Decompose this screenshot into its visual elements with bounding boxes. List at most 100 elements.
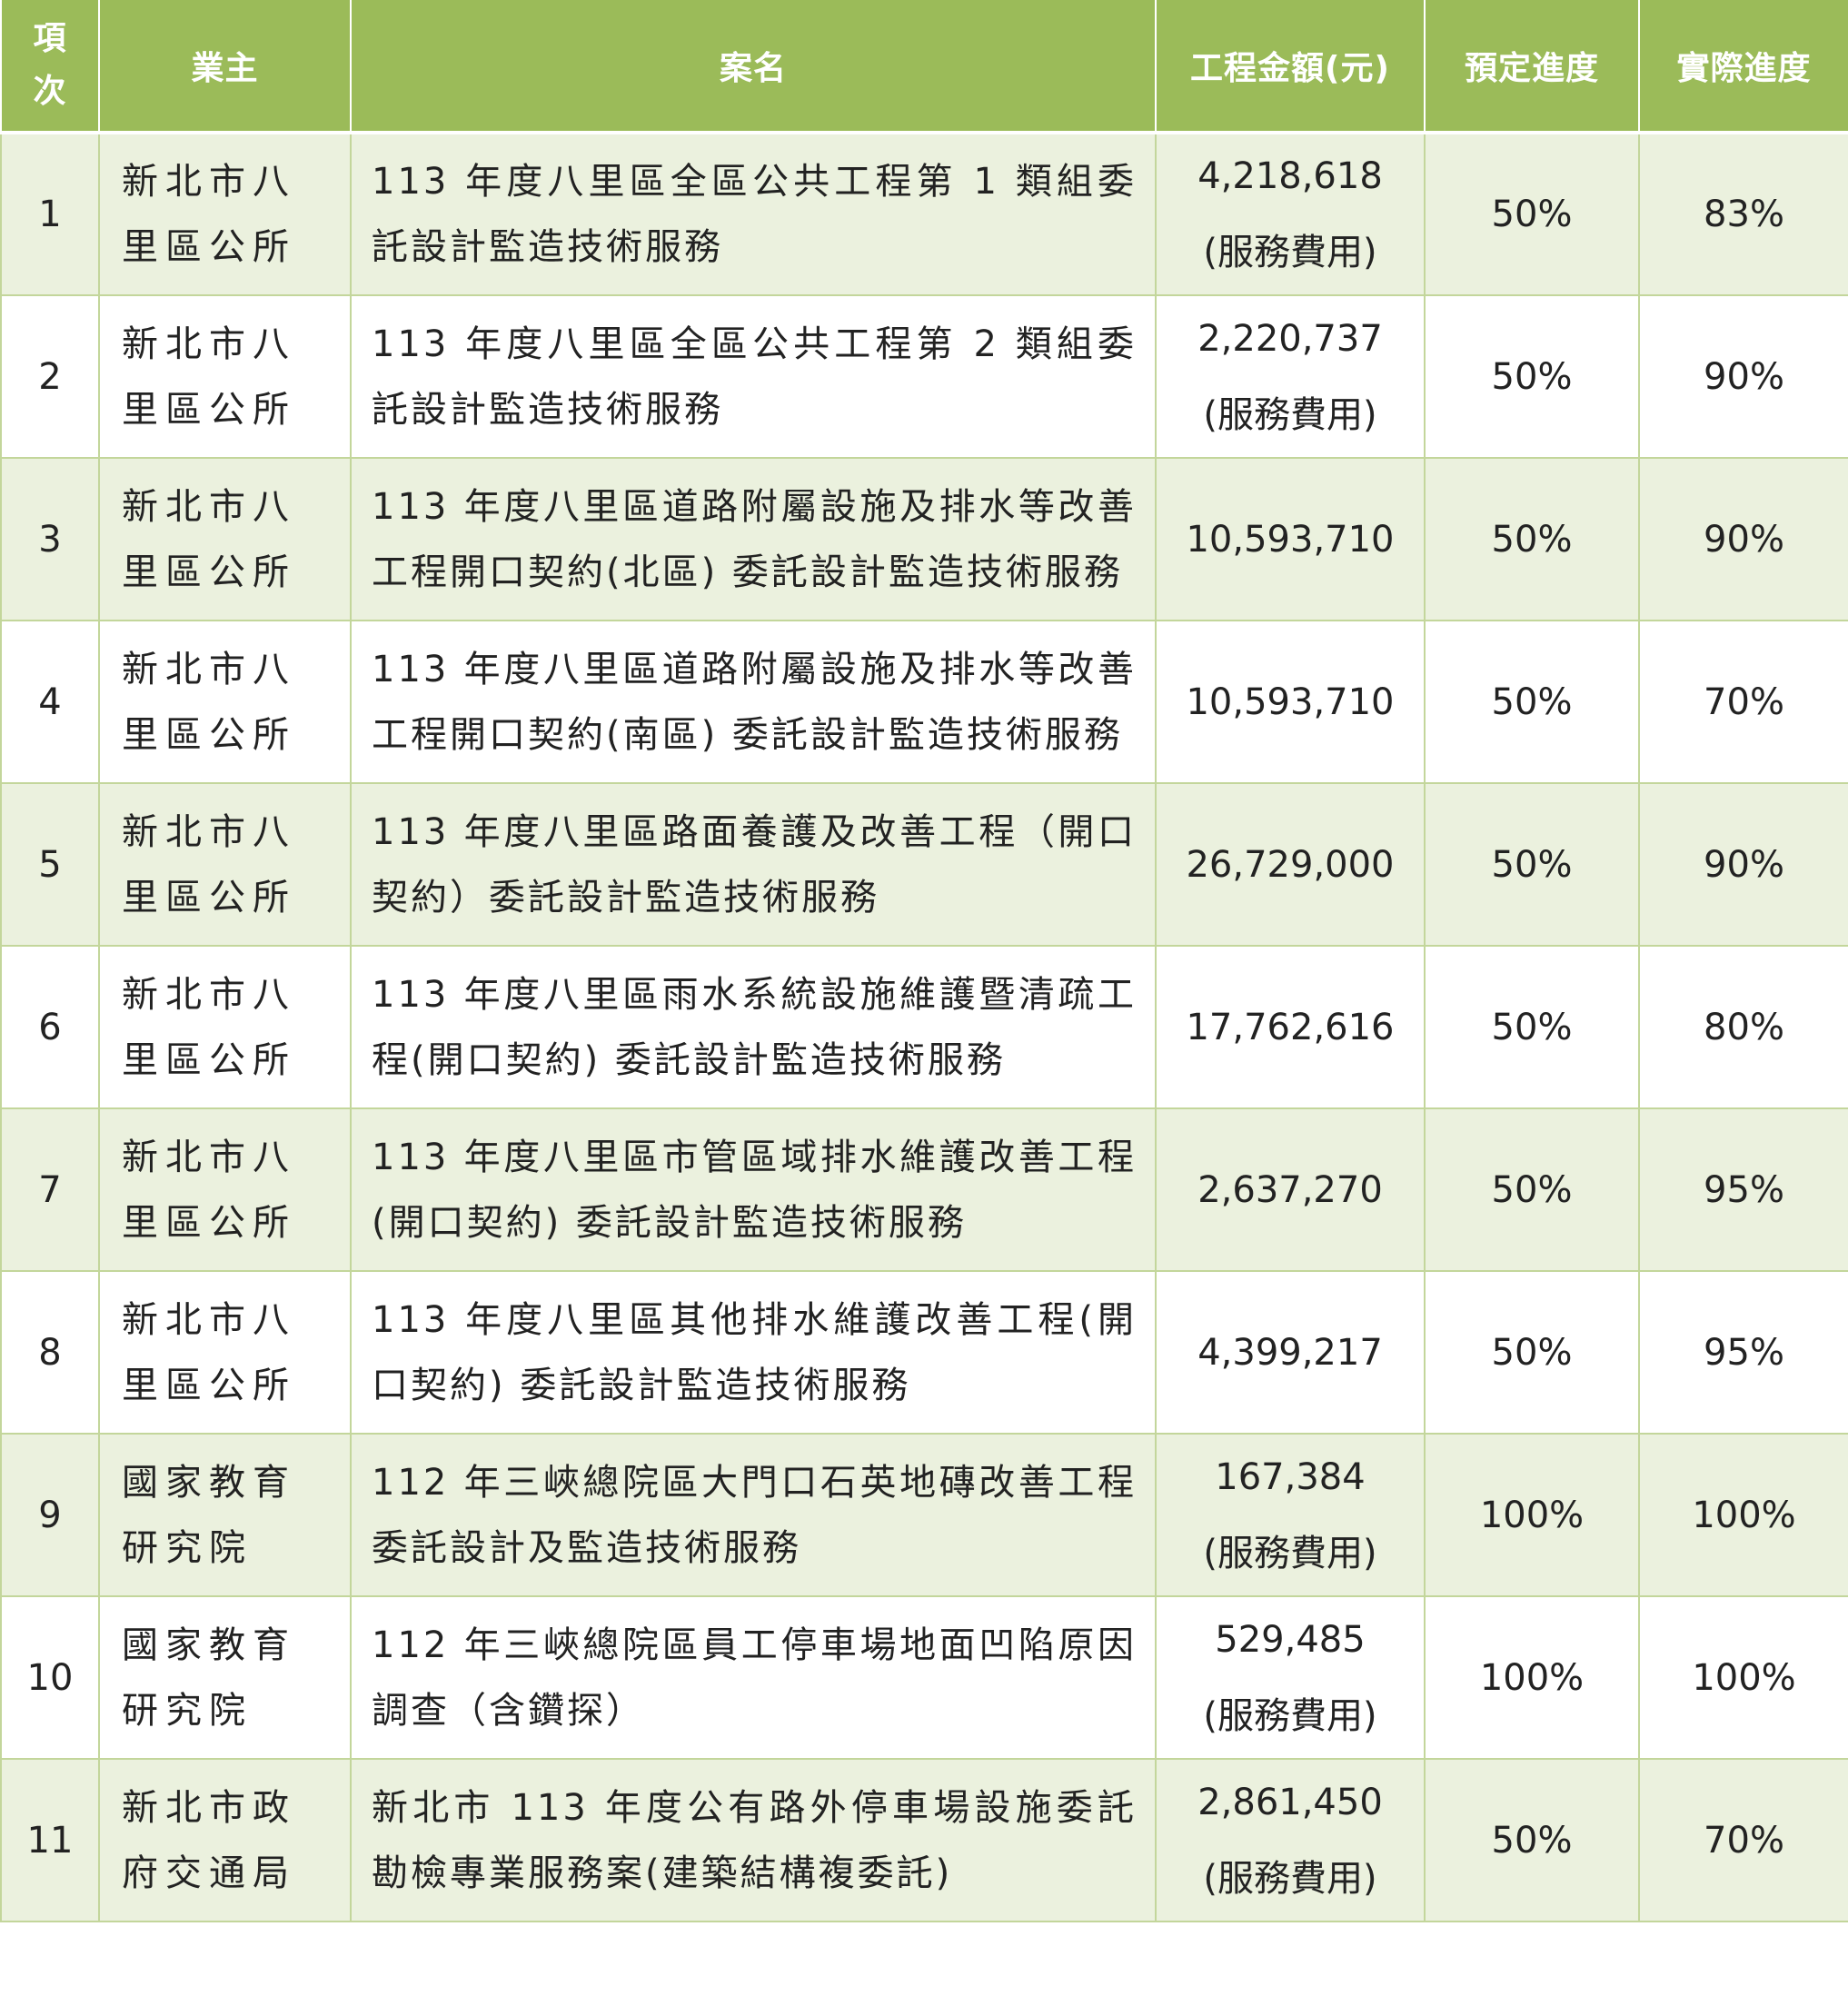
- planned-progress-cell: 50%: [1424, 782, 1640, 947]
- amount-value: 10,593,710: [1186, 680, 1395, 723]
- project-name-cell: 113 年度八里區路面養護及改善工程（開口契約）委託設計監造技術服務: [350, 782, 1157, 947]
- planned-progress-cell: 50%: [1424, 132, 1640, 296]
- owner-cell: 新北市八里區公所: [98, 1107, 352, 1272]
- amount-cell: 4,399,217: [1155, 1270, 1426, 1435]
- amount-cell: 2,861,450 (服務費用): [1155, 1758, 1426, 1922]
- item-number-cell: 11: [0, 1758, 100, 1922]
- table-row: 6 新北市八里區公所 113 年度八里區雨水系統設施維護暨清疏工程(開口契約) 委託…: [0, 945, 1848, 1109]
- amount-value: 4,218,618: [1197, 155, 1383, 197]
- header-amount: 工程金額(元): [1155, 0, 1426, 134]
- table-row: 1 新北市八里區公所 113 年度八里區全區公共工程第 1 類組委託設計監造技術服務…: [0, 132, 1848, 296]
- owner-cell: 新北市八里區公所: [98, 782, 352, 947]
- header-item-number: 項 次: [0, 0, 100, 134]
- actual-progress-cell: 100%: [1638, 1433, 1848, 1597]
- planned-progress-cell: 50%: [1424, 294, 1640, 459]
- project-name-cell: 113 年度八里區全區公共工程第 1 類組委託設計監造技術服務: [350, 132, 1157, 296]
- planned-progress-cell: 50%: [1424, 945, 1640, 1109]
- amount-cell: 2,220,737 (服務費用): [1155, 294, 1426, 459]
- amount-cell: 10,593,710: [1155, 620, 1426, 784]
- item-number-cell: 6: [0, 945, 100, 1109]
- actual-progress-cell: 80%: [1638, 945, 1848, 1109]
- header-row: 項 次 業主 案名 工程金額(元) 預定進度 實際進度: [0, 0, 1848, 134]
- table-body: 1 新北市八里區公所 113 年度八里區全區公共工程第 1 類組委託設計監造技術服務…: [0, 132, 1848, 1922]
- amount-cell: 17,762,616: [1155, 945, 1426, 1109]
- header-item-number-line2: 次: [33, 73, 67, 110]
- actual-progress-cell: 95%: [1638, 1270, 1848, 1435]
- table-row: 3 新北市八里區公所 113 年度八里區道路附屬設施及排水等改善工程開口契約(北區)…: [0, 457, 1848, 621]
- table-row: 7 新北市八里區公所 113 年度八里區市管區域排水維護改善工程(開口契約) 委託設…: [0, 1107, 1848, 1272]
- project-progress-table: 項 次 業主 案名 工程金額(元) 預定進度 實際進度 1 新北市八里區公所 113…: [0, 0, 1848, 1922]
- amount-value: 2,637,270: [1197, 1168, 1383, 1211]
- table-row: 8 新北市八里區公所 113 年度八里區其他排水維護改善工程(開口契約) 委託設計監…: [0, 1270, 1848, 1435]
- table-row: 5 新北市八里區公所 113 年度八里區路面養護及改善工程（開口契約）委託設計監造技…: [0, 782, 1848, 947]
- amount-value: 26,729,000: [1186, 843, 1395, 886]
- planned-progress-cell: 50%: [1424, 620, 1640, 784]
- item-number-cell: 3: [0, 457, 100, 621]
- amount-value: 2,220,737: [1197, 317, 1383, 360]
- amount-cell: 10,593,710: [1155, 457, 1426, 621]
- amount-cell: 167,384 (服務費用): [1155, 1433, 1426, 1597]
- planned-progress-cell: 50%: [1424, 1270, 1640, 1435]
- owner-cell: 新北市政府交通局: [98, 1758, 352, 1922]
- actual-progress-cell: 95%: [1638, 1107, 1848, 1272]
- header-actual-progress: 實際進度: [1638, 0, 1848, 134]
- amount-cell: 529,485 (服務費用): [1155, 1595, 1426, 1760]
- header-planned-progress: 預定進度: [1424, 0, 1640, 134]
- table-row: 9 國家教育研究院 112 年三峽總院區大門口石英地磚改善工程委託設計及監造技術服務…: [0, 1433, 1848, 1597]
- project-name-cell: 113 年度八里區其他排水維護改善工程(開口契約) 委託設計監造技術服務: [350, 1270, 1157, 1435]
- item-number-cell: 4: [0, 620, 100, 784]
- project-name-cell: 113 年度八里區道路附屬設施及排水等改善工程開口契約(北區) 委託設計監造技術…: [350, 457, 1157, 621]
- project-name-cell: 113 年度八里區雨水系統設施維護暨清疏工程(開口契約) 委託設計監造技術服務: [350, 945, 1157, 1109]
- item-number-cell: 10: [0, 1595, 100, 1760]
- amount-cell: 4,218,618 (服務費用): [1155, 132, 1426, 296]
- actual-progress-cell: 83%: [1638, 132, 1848, 296]
- table-row: 11 新北市政府交通局 新北市 113 年度公有路外停車場設施委託勘檢專業服務案(建…: [0, 1758, 1848, 1922]
- owner-cell: 國家教育研究院: [98, 1595, 352, 1760]
- amount-note: (服務費用): [1203, 1532, 1377, 1574]
- owner-cell: 國家教育研究院: [98, 1433, 352, 1597]
- amount-value: 4,399,217: [1197, 1331, 1383, 1374]
- amount-note: (服務費用): [1203, 393, 1377, 436]
- owner-cell: 新北市八里區公所: [98, 132, 352, 296]
- project-name-cell: 112 年三峽總院區大門口石英地磚改善工程委託設計及監造技術服務: [350, 1433, 1157, 1597]
- amount-value: 167,384: [1215, 1455, 1366, 1498]
- owner-cell: 新北市八里區公所: [98, 620, 352, 784]
- owner-cell: 新北市八里區公所: [98, 457, 352, 621]
- table-row: 10 國家教育研究院 112 年三峽總院區員工停車場地面凹陷原因調查（含鑽探） 529…: [0, 1595, 1848, 1760]
- item-number-cell: 2: [0, 294, 100, 459]
- amount-value: 10,593,710: [1186, 518, 1395, 561]
- actual-progress-cell: 90%: [1638, 457, 1848, 621]
- planned-progress-cell: 100%: [1424, 1595, 1640, 1760]
- planned-progress-cell: 100%: [1424, 1433, 1640, 1597]
- actual-progress-cell: 100%: [1638, 1595, 1848, 1760]
- header-item-number-line1: 項: [33, 20, 67, 57]
- amount-note: (服務費用): [1203, 232, 1377, 273]
- item-number-cell: 7: [0, 1107, 100, 1272]
- table-header: 項 次 業主 案名 工程金額(元) 預定進度 實際進度: [0, 0, 1848, 134]
- planned-progress-cell: 50%: [1424, 1758, 1640, 1922]
- item-number-cell: 1: [0, 132, 100, 296]
- actual-progress-cell: 90%: [1638, 782, 1848, 947]
- actual-progress-cell: 90%: [1638, 294, 1848, 459]
- header-project-name: 案名: [350, 0, 1157, 134]
- planned-progress-cell: 50%: [1424, 457, 1640, 621]
- project-name-cell: 113 年度八里區道路附屬設施及排水等改善工程開口契約(南區) 委託設計監造技術…: [350, 620, 1157, 784]
- owner-cell: 新北市八里區公所: [98, 945, 352, 1109]
- amount-value: 2,861,450: [1197, 1781, 1383, 1823]
- amount-cell: 2,637,270: [1155, 1107, 1426, 1272]
- actual-progress-cell: 70%: [1638, 1758, 1848, 1922]
- amount-note: (服務費用): [1203, 1694, 1377, 1737]
- owner-cell: 新北市八里區公所: [98, 1270, 352, 1435]
- project-name-cell: 113 年度八里區市管區域排水維護改善工程(開口契約) 委託設計監造技術服務: [350, 1107, 1157, 1272]
- amount-value: 529,485: [1215, 1618, 1366, 1661]
- header-owner: 業主: [98, 0, 352, 134]
- project-table-container: 項 次 業主 案名 工程金額(元) 預定進度 實際進度 1 新北市八里區公所 113…: [0, 0, 1848, 1922]
- table-row: 2 新北市八里區公所 113 年度八里區全區公共工程第 2 類組委託設計監造技術服務…: [0, 294, 1848, 459]
- owner-cell: 新北市八里區公所: [98, 294, 352, 459]
- item-number-cell: 8: [0, 1270, 100, 1435]
- amount-value: 17,762,616: [1186, 1006, 1395, 1048]
- item-number-cell: 9: [0, 1433, 100, 1597]
- table-row: 4 新北市八里區公所 113 年度八里區道路附屬設施及排水等改善工程開口契約(南區)…: [0, 620, 1848, 784]
- amount-cell: 26,729,000: [1155, 782, 1426, 947]
- actual-progress-cell: 70%: [1638, 620, 1848, 784]
